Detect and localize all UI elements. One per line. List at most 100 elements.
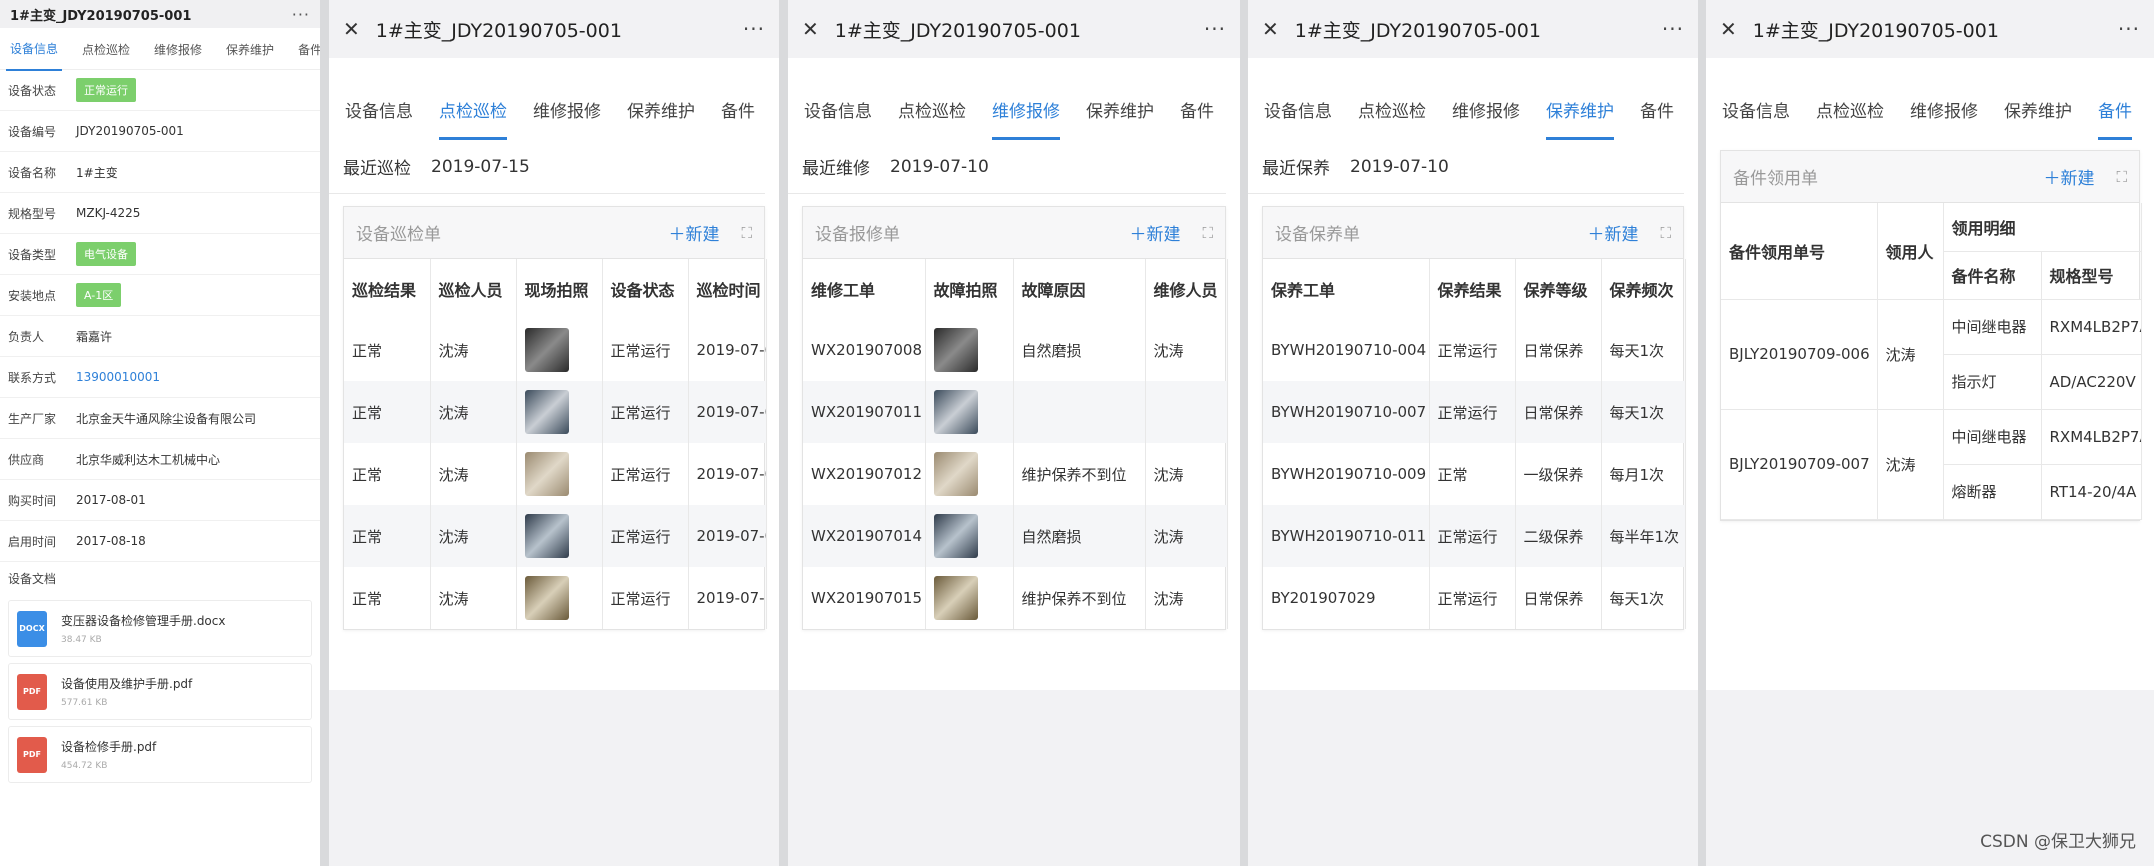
tab-2[interactable]: 维修报修 (992, 97, 1060, 140)
document-item[interactable]: PDF 设备检修手册.pdf 454.72 KB (8, 726, 312, 783)
table-row[interactable]: 正常沈涛 正常运行2019-07-0 (344, 505, 767, 567)
tab-3[interactable]: 保养维护 (627, 97, 695, 140)
tab-2[interactable]: 维修报修 (1910, 97, 1978, 140)
field-value: A-1区 (76, 283, 122, 307)
tab-0[interactable]: 设备信息 (1722, 97, 1790, 140)
close-icon[interactable]: ✕ (802, 17, 819, 41)
more-icon[interactable]: ··· (1204, 17, 1226, 41)
photo-thumbnail[interactable] (933, 452, 978, 496)
phone-link[interactable]: 13900010001 (76, 370, 160, 384)
close-icon[interactable]: ✕ (343, 17, 360, 41)
panel-title: 1#主变_JDY20190705-001 (1294, 19, 1541, 42)
tab-4[interactable]: 备件 (721, 97, 755, 140)
table-row[interactable]: WX201907008 自然磨损 沈涛 (803, 319, 1228, 381)
table-row[interactable]: BYWH20190710-004 正常运行 日常保养 每天1次 (1263, 319, 1686, 381)
table-cell: RXM4LB2P7A (2041, 299, 2142, 355)
tab-4[interactable]: 备件 (1180, 97, 1214, 140)
table-row[interactable]: BY201907029 正常运行 日常保养 每天1次 (1263, 567, 1686, 629)
table-cell (516, 381, 603, 443)
table-row[interactable]: 正常沈涛 正常运行2019-07-1 (344, 567, 767, 629)
tab-4[interactable]: 备件 (2098, 97, 2132, 140)
column-header: 现场拍照 (516, 259, 603, 319)
photo-thumbnail[interactable] (524, 514, 569, 558)
table-cell: BJLY20190709-007 (1721, 409, 1878, 520)
table-cell: 2019-07-0 (688, 381, 767, 443)
expand-icon[interactable]: ⛶ (1202, 224, 1213, 242)
field-value: 北京华威利达木工机械中心 (76, 452, 221, 467)
expand-icon[interactable]: ⛶ (741, 224, 752, 242)
table-row[interactable]: BYWH20190710-007 正常运行 日常保养 每天1次 (1263, 381, 1686, 443)
table-row[interactable]: WX201907012 维护保养不到位 沈涛 (803, 443, 1228, 505)
table-row[interactable]: WX201907015 维护保养不到位 沈涛 (803, 567, 1228, 629)
tab-bar: 设备信息 点检巡检 维修报修 保养维护 备件 (788, 58, 1240, 140)
tab-0[interactable]: 设备信息 (804, 97, 872, 140)
document-item[interactable]: PDF 设备使用及维护手册.pdf 577.61 KB (8, 663, 312, 720)
table-row[interactable]: BYWH20190710-009 正常 一级保养 每月1次 (1263, 443, 1686, 505)
photo-thumbnail[interactable] (524, 576, 569, 620)
tab-1[interactable]: 点检巡检 (78, 27, 134, 70)
tab-3[interactable]: 保养维护 (1546, 97, 1614, 140)
tab-1[interactable]: 点检巡检 (898, 97, 966, 140)
photo-thumbnail[interactable] (524, 390, 569, 434)
expand-icon[interactable]: ⛶ (2116, 168, 2127, 186)
table-row[interactable]: BJLY20190709-007 沈涛 中间继电器 RXM4LB2P7A (1721, 409, 2142, 520)
tab-0[interactable]: 设备信息 (345, 97, 413, 140)
tab-2[interactable]: 维修报修 (533, 97, 601, 140)
table-row[interactable]: 正常沈涛 正常运行2019-07-0 (344, 319, 767, 381)
more-icon[interactable]: ··· (2118, 17, 2140, 41)
record-card: 设备巡检单 ＋新建 ⛶ 巡检结果 巡检人员 现场拍照 设备状态 巡检时间 正常 沈涛 正常运行 201… (343, 206, 767, 630)
table-row[interactable]: 正常沈涛 正常运行2019-07-0 (344, 381, 767, 443)
tab-3[interactable]: 保养维护 (1086, 97, 1154, 140)
tab-3[interactable]: 保养维护 (222, 27, 278, 70)
tab-1[interactable]: 点检巡检 (1816, 97, 1884, 140)
recent-record: 最近巡检 2019-07-15 (329, 140, 765, 194)
photo-thumbnail[interactable] (933, 576, 978, 620)
expand-icon[interactable]: ⛶ (1660, 224, 1671, 242)
tab-0[interactable]: 设备信息 (6, 26, 63, 71)
more-icon[interactable]: ··· (743, 17, 765, 41)
record-card: 设备报修单 ＋新建 ⛶ 维修工单 故障拍照 故障原因 维修人员 WX201907008 自然磨损… (802, 206, 1228, 630)
table-cell: 沈涛 (1145, 443, 1228, 505)
close-icon[interactable]: ✕ (1720, 17, 1737, 41)
card-header: 设备巡检单 ＋新建 ⛶ (344, 207, 764, 259)
document-size: 577.61 KB (61, 698, 108, 708)
new-button[interactable]: ＋新建 (1587, 220, 1638, 245)
table-row[interactable]: BYWH20190710-011 正常运行 二级保养 每半年1次 (1263, 505, 1686, 567)
tab-1[interactable]: 点检巡检 (1358, 97, 1426, 140)
tab-2[interactable]: 维修报修 (1452, 97, 1520, 140)
panel-header: 1#主变_JDY20190705-001 ··· (0, 0, 320, 28)
column-header: 领用人 (1877, 203, 1944, 300)
document-item[interactable]: DOCX 变压器设备检修管理手册.docx 38.47 KB (8, 600, 312, 657)
tab-4[interactable]: 备件 (294, 27, 320, 70)
field-value: 霜嘉许 (76, 329, 113, 344)
table-cell: 自然磨损 (1013, 319, 1146, 381)
table-cell: RXM4LB2P7A (2041, 409, 2142, 465)
new-button[interactable]: ＋新建 (2043, 164, 2094, 189)
table-row[interactable]: 正常沈涛 正常运行2019-07-0 (344, 443, 767, 505)
more-icon[interactable]: ··· (292, 5, 310, 24)
table-row[interactable]: WX201907014 自然磨损 沈涛 (803, 505, 1228, 567)
field-value: MZKJ-4225 (76, 206, 141, 220)
table-cell: WX201907015 (803, 567, 926, 629)
photo-thumbnail[interactable] (933, 390, 978, 434)
tab-4[interactable]: 备件 (1640, 97, 1674, 140)
table-cell: 正常运行 (1429, 319, 1516, 381)
photo-thumbnail[interactable] (524, 328, 569, 372)
photo-thumbnail[interactable] (933, 328, 978, 372)
tab-0[interactable]: 设备信息 (1264, 97, 1332, 140)
new-button[interactable]: ＋新建 (668, 220, 719, 245)
photo-thumbnail[interactable] (933, 514, 978, 558)
table-cell: BYWH20190710-004 (1263, 319, 1430, 381)
table-row[interactable]: BJLY20190709-006 沈涛 中间继电器 RXM4LB2P7A (1721, 299, 2142, 410)
table-cell: 每月1次 (1601, 443, 1686, 505)
tab-2[interactable]: 维修报修 (150, 27, 206, 70)
new-button[interactable]: ＋新建 (1129, 220, 1180, 245)
photo-thumbnail[interactable] (524, 452, 569, 496)
more-icon[interactable]: ··· (1662, 17, 1684, 41)
close-icon[interactable]: ✕ (1262, 17, 1279, 41)
table-row[interactable]: WX201907011 (803, 381, 1228, 443)
tab-1[interactable]: 点检巡检 (439, 97, 507, 140)
tab-3[interactable]: 保养维护 (2004, 97, 2072, 140)
panel-header: ✕ 1#主变_JDY20190705-001 ··· (1248, 0, 1698, 58)
table-cell: 一级保养 (1515, 443, 1602, 505)
